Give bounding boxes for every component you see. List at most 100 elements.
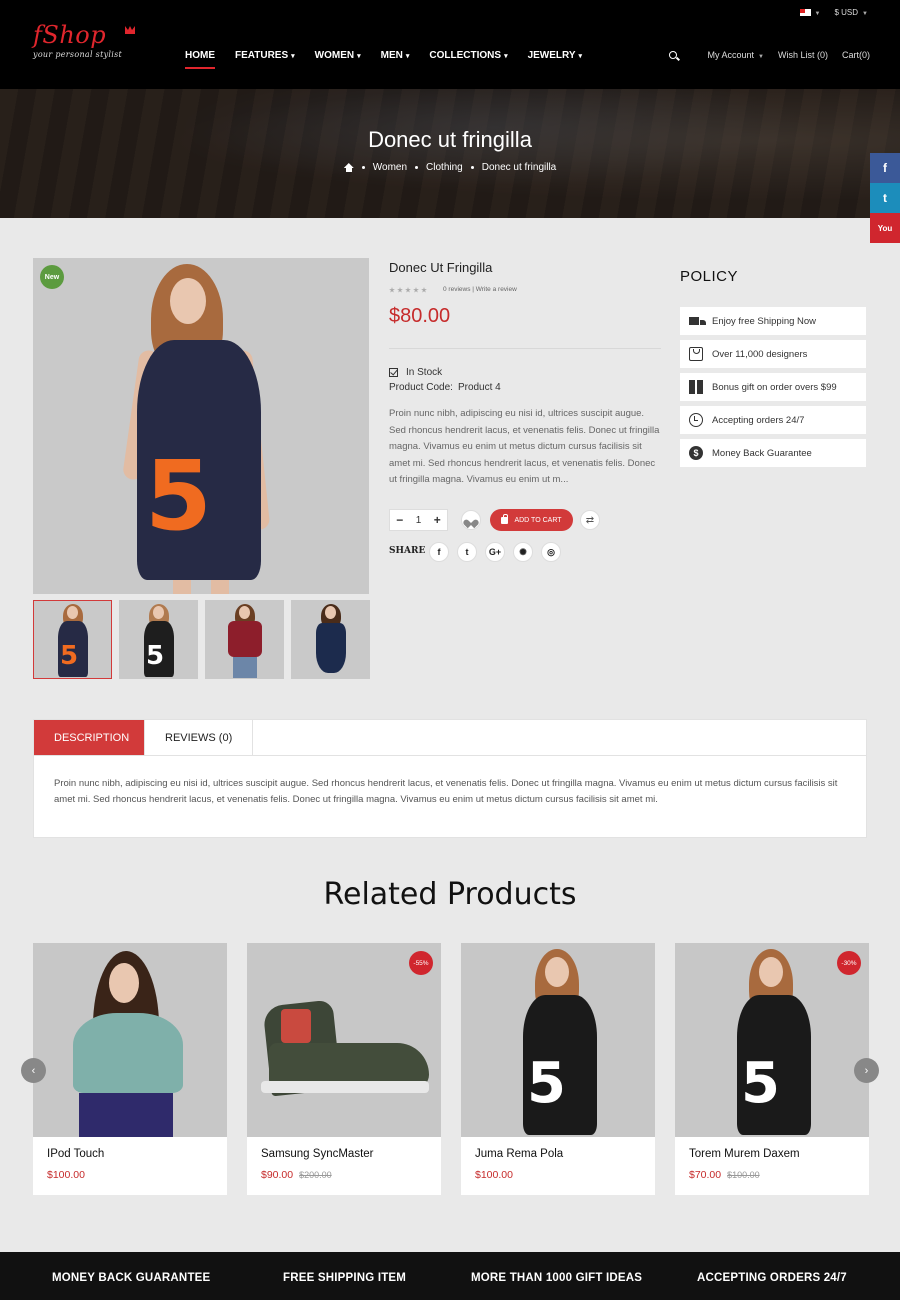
quantity-stepper[interactable]: − 1 +: [389, 509, 448, 531]
share-twitter-button[interactable]: t: [457, 542, 477, 562]
nav-home[interactable]: HOME: [185, 50, 215, 69]
wishlist-link[interactable]: Wish List (0): [778, 50, 828, 60]
product-image[interactable]: [33, 943, 227, 1137]
share-google-plus-button[interactable]: G+: [485, 542, 505, 562]
my-account-link[interactable]: My Account ▼: [707, 50, 763, 60]
tab-bar: DESCRIPTION REVIEWS (0): [34, 720, 866, 756]
product-name[interactable]: IPod Touch: [47, 1148, 104, 1160]
youtube-icon[interactable]: You: [870, 213, 900, 243]
product-card[interactable]: 5 Juma Rema Pola $100.00: [461, 943, 655, 1195]
header-actions: My Account ▼ Wish List (0) Cart(0): [669, 50, 870, 60]
search-icon[interactable]: [669, 51, 678, 59]
add-to-cart-button[interactable]: ADD TO CART: [490, 509, 573, 531]
quantity-value[interactable]: 1: [416, 515, 422, 526]
my-account-label: My Account: [707, 50, 755, 60]
policy-title: POLICY: [680, 268, 739, 285]
chevron-left-icon: ‹: [31, 1064, 36, 1077]
stock-label: In Stock: [406, 367, 443, 378]
facebook-icon[interactable]: f: [870, 153, 900, 183]
product-card[interactable]: IPod Touch $100.00: [33, 943, 227, 1195]
chevron-down-icon: ▾: [405, 53, 410, 60]
nav-men[interactable]: MEN ▾: [381, 50, 410, 69]
star-icon: [397, 287, 403, 293]
share-facebook-button[interactable]: f: [429, 542, 449, 562]
share-instagram-button[interactable]: ◎: [541, 542, 561, 562]
model-leg: [173, 580, 191, 594]
breadcrumb-separator: [361, 166, 365, 169]
tab-description[interactable]: DESCRIPTION: [34, 720, 145, 755]
wishlist-button[interactable]: [461, 510, 481, 530]
carousel-next-button[interactable]: ›: [854, 1058, 879, 1083]
decrease-button[interactable]: −: [396, 513, 403, 527]
shopping-bag-icon: [501, 513, 509, 524]
breadcrumb-clothing[interactable]: Clothing: [426, 162, 463, 173]
policy-label: Accepting orders 24/7: [712, 414, 805, 426]
nav-label: FEATURES: [235, 50, 289, 61]
nav-label: MEN: [380, 50, 403, 61]
related-products-carousel: IPod Touch $100.00 -55% Samsung SyncMast…: [33, 943, 869, 1195]
top-bar: ▼ $ USD ▼: [799, 8, 868, 17]
rating-stars: [389, 287, 427, 293]
policy-label: Money Back Guarantee: [712, 447, 812, 459]
logo[interactable]: fShop your personal stylist: [33, 22, 135, 59]
footer-heading: MONEY BACK GUARANTEE: [52, 1272, 211, 1284]
policy-item: Accepting orders 24/7: [680, 406, 866, 434]
language-selector[interactable]: ▼: [799, 8, 820, 17]
thumbnail-3[interactable]: [205, 600, 284, 679]
discount-badge: -30%: [837, 951, 861, 975]
review-links[interactable]: 0 reviews | Write a review: [443, 286, 517, 293]
site-header: fShop your personal stylist ▼ $ USD ▼ HOM…: [0, 0, 900, 89]
footer-heading: MORE THAN 1000 GIFT IDEAS: [471, 1272, 643, 1284]
social-sidebar: f t You: [870, 153, 900, 243]
clock-icon: [689, 413, 703, 427]
nav-collections[interactable]: COLLECTIONS ▾: [429, 50, 507, 69]
site-footer: MONEY BACK GUARANTEE FREE SHIPPING ITEM …: [0, 1252, 900, 1300]
tab-content: Proin nunc nibh, adipiscing eu nisi id, …: [54, 778, 838, 805]
product-name[interactable]: Juma Rema Pola: [475, 1148, 563, 1160]
product-name[interactable]: Torem Murem Daxem: [689, 1148, 800, 1160]
gift-icon: [689, 380, 703, 394]
home-icon[interactable]: [344, 163, 354, 172]
footer-heading: ACCEPTING ORDERS 24/7: [697, 1272, 847, 1284]
product-main-image[interactable]: New 5: [33, 258, 369, 594]
add-to-cart-label: ADD TO CART: [514, 516, 562, 524]
breadcrumb-separator: [415, 166, 419, 169]
dollar-icon: $: [689, 446, 703, 460]
nav-women[interactable]: WOMEN ▾: [315, 50, 361, 69]
product-code-label: Product Code:: [389, 382, 453, 393]
product-short-description: Proin nunc nibh, adipiscing eu nisi id, …: [389, 408, 660, 486]
currency-selector[interactable]: $ USD ▼: [834, 8, 868, 17]
carousel-prev-button[interactable]: ‹: [21, 1058, 46, 1083]
current-price: $100.00: [475, 1169, 513, 1181]
current-price: $90.00: [261, 1169, 294, 1181]
breadcrumb-women[interactable]: Women: [373, 162, 407, 173]
crown-icon: [125, 26, 135, 34]
compare-button[interactable]: ⇄: [580, 510, 600, 530]
shopping-bag-icon: [689, 347, 703, 361]
policy-item: $ Money Back Guarantee: [680, 439, 866, 467]
nav-features[interactable]: FEATURES ▾: [235, 50, 295, 69]
nav-label: WOMEN: [314, 50, 355, 61]
cart-link[interactable]: Cart(0): [842, 50, 870, 60]
nav-jewelry[interactable]: JEWELRY ▾: [528, 50, 582, 69]
product-image[interactable]: 5: [675, 943, 869, 1137]
thumbnail-1[interactable]: 5: [33, 600, 112, 679]
chevron-down-icon: ▼: [758, 54, 764, 60]
product-name[interactable]: Samsung SyncMaster: [261, 1148, 374, 1160]
twitter-icon: t: [465, 547, 469, 557]
product-card[interactable]: -30% 5 Torem Murem Daxem $70.00 $100.00: [675, 943, 869, 1195]
twitter-icon[interactable]: t: [870, 183, 900, 213]
product-image[interactable]: [247, 943, 441, 1137]
thumbnail-2[interactable]: 5: [119, 600, 198, 679]
tab-reviews[interactable]: REVIEWS (0): [145, 720, 254, 755]
breadcrumb-current[interactable]: Donec ut fringilla: [482, 162, 556, 173]
product-code-value: Product 4: [457, 382, 501, 393]
thumbnail-4[interactable]: [291, 600, 370, 679]
currency-label: $ USD: [834, 8, 859, 17]
star-icon: [421, 287, 427, 293]
product-image[interactable]: 5: [461, 943, 655, 1137]
share-dribbble-button[interactable]: ✺: [513, 542, 533, 562]
increase-button[interactable]: +: [434, 513, 441, 527]
product-card[interactable]: -55% Samsung SyncMaster $90.00 $200.00: [247, 943, 441, 1195]
star-icon: [405, 287, 411, 293]
